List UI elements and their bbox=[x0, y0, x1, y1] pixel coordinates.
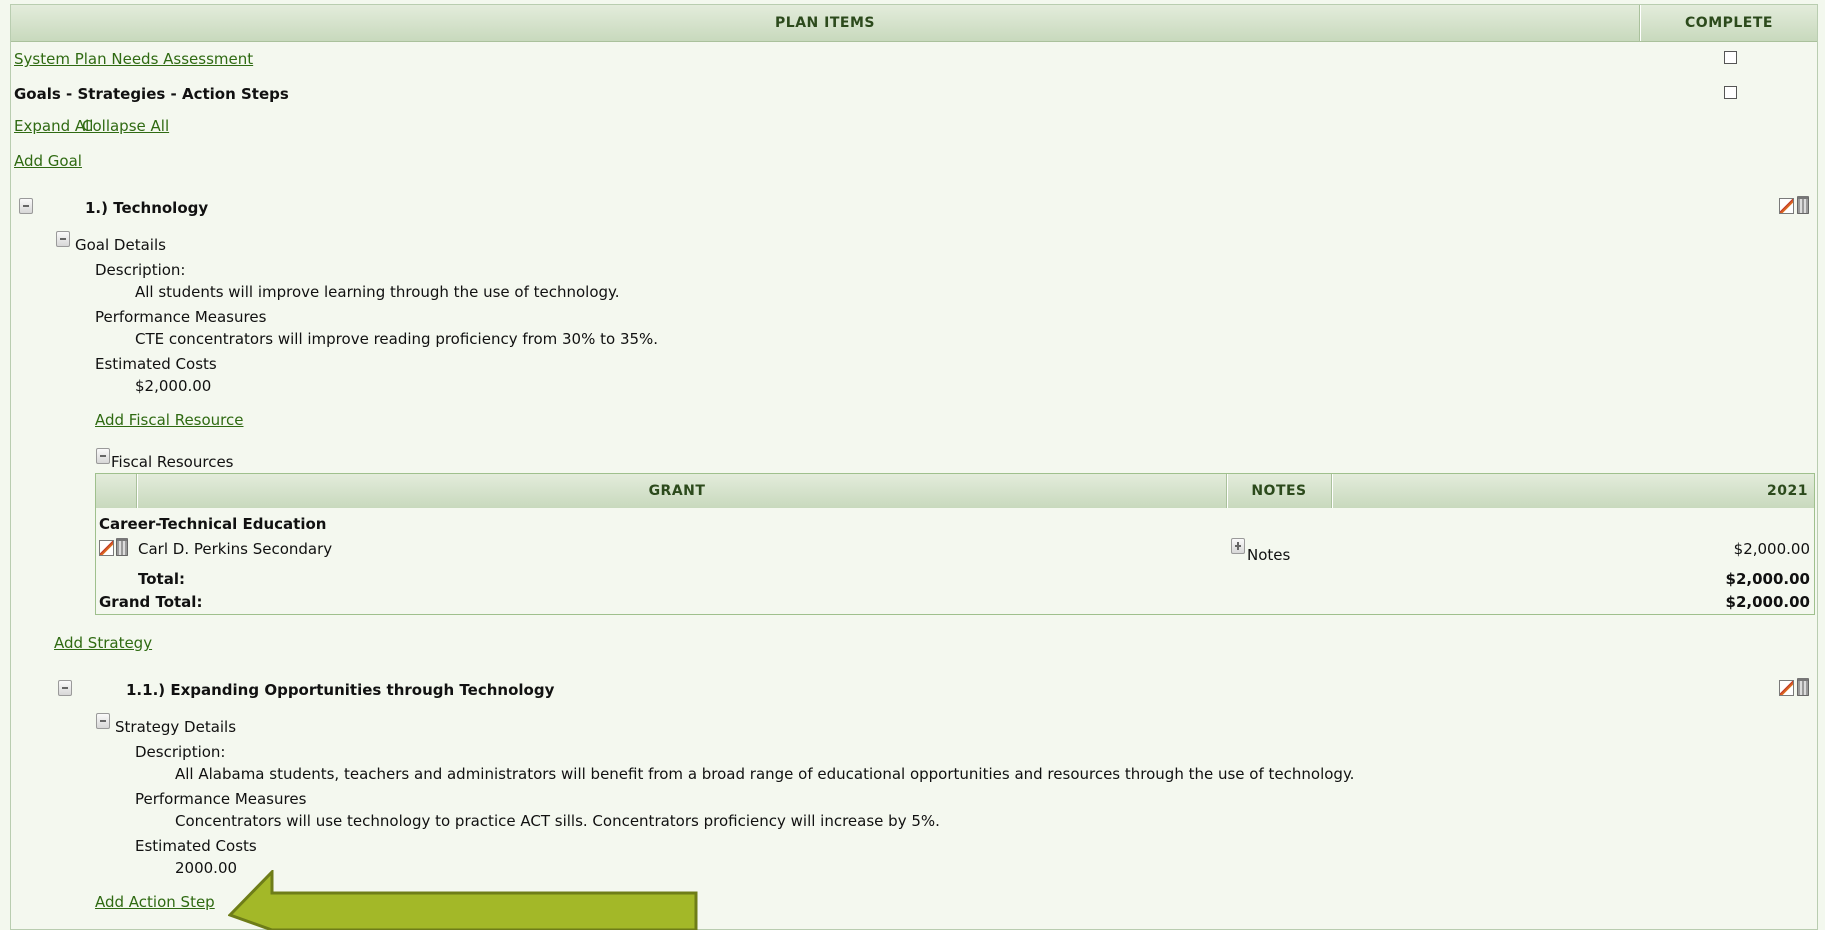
edit-icon[interactable] bbox=[99, 540, 114, 556]
grant-column-header: GRANT bbox=[648, 483, 706, 499]
goal-measures-label: Performance Measures bbox=[95, 308, 267, 326]
strategy-details-label: Strategy Details bbox=[115, 718, 237, 736]
add-strategy-link[interactable]: Add Strategy bbox=[54, 634, 152, 652]
trash-icon[interactable] bbox=[116, 538, 128, 556]
goal-costs-label: Estimated Costs bbox=[95, 355, 217, 373]
year-column-header: 2021 bbox=[1767, 483, 1808, 499]
goal-description-label: Description: bbox=[95, 261, 186, 279]
fiscal-category: Career-Technical Education bbox=[99, 515, 327, 533]
strategy-measures-label: Performance Measures bbox=[135, 790, 307, 808]
goal-costs: $2,000.00 bbox=[135, 377, 212, 395]
fiscal-resources-toggle[interactable] bbox=[96, 448, 110, 464]
fiscal-grant-name: Carl D. Perkins Secondary bbox=[138, 540, 333, 558]
add-fiscal-resource-link[interactable]: Add Fiscal Resource bbox=[95, 411, 244, 429]
goal-measures: CTE concentrators will improve reading p… bbox=[135, 330, 659, 348]
strategy-costs-label: Estimated Costs bbox=[135, 837, 257, 855]
trash-icon[interactable] bbox=[1797, 196, 1809, 214]
strategy-description-label: Description: bbox=[135, 743, 226, 761]
total-amount: $2,000.00 bbox=[1725, 570, 1810, 588]
strategy-measures: Concentrators will use technology to pra… bbox=[175, 812, 940, 830]
complete-header: COMPLETE bbox=[1685, 15, 1773, 31]
edit-icon[interactable] bbox=[1779, 680, 1794, 696]
strategy-title: 1.1.) Expanding Opportunities through Te… bbox=[126, 681, 555, 699]
edit-icon[interactable] bbox=[1779, 198, 1794, 214]
strategy-description: All Alabama students, teachers and admin… bbox=[175, 765, 1355, 783]
trash-icon[interactable] bbox=[1797, 678, 1809, 696]
notes-label: Notes bbox=[1247, 546, 1291, 564]
table-header: PLAN ITEMS COMPLETE bbox=[11, 5, 1817, 42]
goal-title: 1.) Technology bbox=[85, 199, 209, 217]
section-title: Goals - Strategies - Action Steps bbox=[14, 85, 289, 103]
fiscal-resources-table: GRANT NOTES 2021 Career-Technical Educat… bbox=[95, 473, 1815, 615]
needs-assessment-checkbox[interactable] bbox=[1724, 51, 1737, 64]
collapse-all-link[interactable]: Collapse All bbox=[82, 117, 169, 135]
fiscal-resources-label: Fiscal Resources bbox=[111, 453, 234, 471]
add-goal-link[interactable]: Add Goal bbox=[14, 152, 82, 170]
header-divider bbox=[1331, 474, 1333, 508]
goals-complete-checkbox[interactable] bbox=[1724, 86, 1737, 99]
goal-collapse-toggle[interactable] bbox=[19, 198, 33, 214]
needs-assessment-link[interactable]: System Plan Needs Assessment bbox=[14, 50, 253, 68]
goal-description: All students will improve learning throu… bbox=[135, 283, 620, 301]
notes-expand-toggle[interactable] bbox=[1231, 538, 1245, 554]
strategy-details-toggle[interactable] bbox=[96, 713, 110, 729]
fiscal-table-header: GRANT NOTES 2021 bbox=[96, 474, 1814, 508]
fiscal-row-amount: $2,000.00 bbox=[1733, 540, 1810, 558]
notes-column-header: NOTES bbox=[1251, 483, 1307, 499]
arrow-left-icon bbox=[228, 870, 698, 930]
plan-items-header: PLAN ITEMS bbox=[775, 15, 875, 31]
goal-details-label: Goal Details bbox=[75, 236, 166, 254]
grand-total-label: Grand Total: bbox=[99, 593, 203, 611]
total-label: Total: bbox=[138, 570, 185, 588]
goal-details-toggle[interactable] bbox=[56, 231, 70, 247]
add-action-step-link[interactable]: Add Action Step bbox=[95, 893, 215, 911]
grand-total-amount: $2,000.00 bbox=[1725, 593, 1810, 611]
strategy-collapse-toggle[interactable] bbox=[58, 680, 72, 696]
